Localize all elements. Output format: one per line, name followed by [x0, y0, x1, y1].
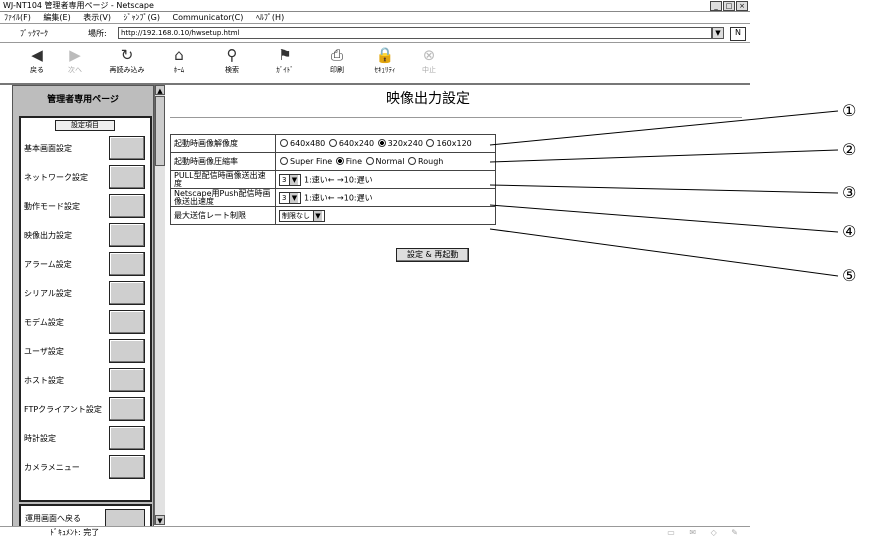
- callout-1: ①: [842, 101, 857, 120]
- callout-leaders: [489, 110, 839, 277]
- leader-line-5: [489, 228, 839, 277]
- leader-line-2: [489, 149, 839, 163]
- leader-line-4: [489, 204, 839, 233]
- callout-3: ③: [842, 183, 857, 202]
- callout-5: ⑤: [842, 266, 857, 285]
- leader-line-1: [489, 110, 839, 146]
- leader-line-3: [489, 184, 839, 194]
- callout-4: ④: [842, 222, 857, 241]
- callout-2: ②: [842, 140, 857, 159]
